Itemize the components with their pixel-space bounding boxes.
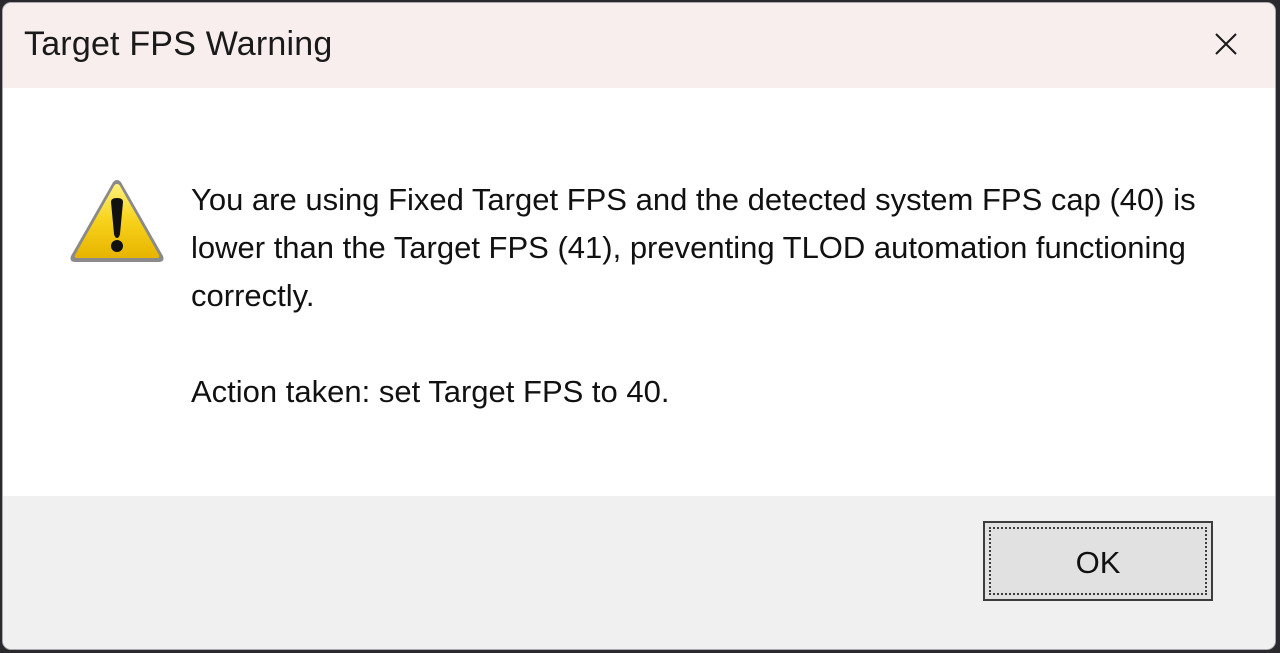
title-bar: Target FPS Warning — [3, 3, 1275, 88]
dialog-content: You are using Fixed Target FPS and the d… — [3, 88, 1275, 496]
warning-icon — [70, 180, 164, 262]
warning-dialog: Target FPS Warning You are using Fixed T… — [2, 2, 1276, 650]
close-icon — [1215, 33, 1237, 55]
message-action: Action taken: set Target FPS to 40. — [191, 374, 670, 409]
message-body: You are using Fixed Target FPS and the d… — [191, 182, 1196, 313]
dialog-title: Target FPS Warning — [24, 25, 333, 63]
button-bar: OK — [3, 496, 1275, 649]
ok-button[interactable]: OK — [983, 521, 1213, 601]
close-button[interactable] — [1175, 3, 1275, 88]
ok-button-label: OK — [1075, 545, 1121, 580]
message-text: You are using Fixed Target FPS and the d… — [191, 176, 1211, 416]
